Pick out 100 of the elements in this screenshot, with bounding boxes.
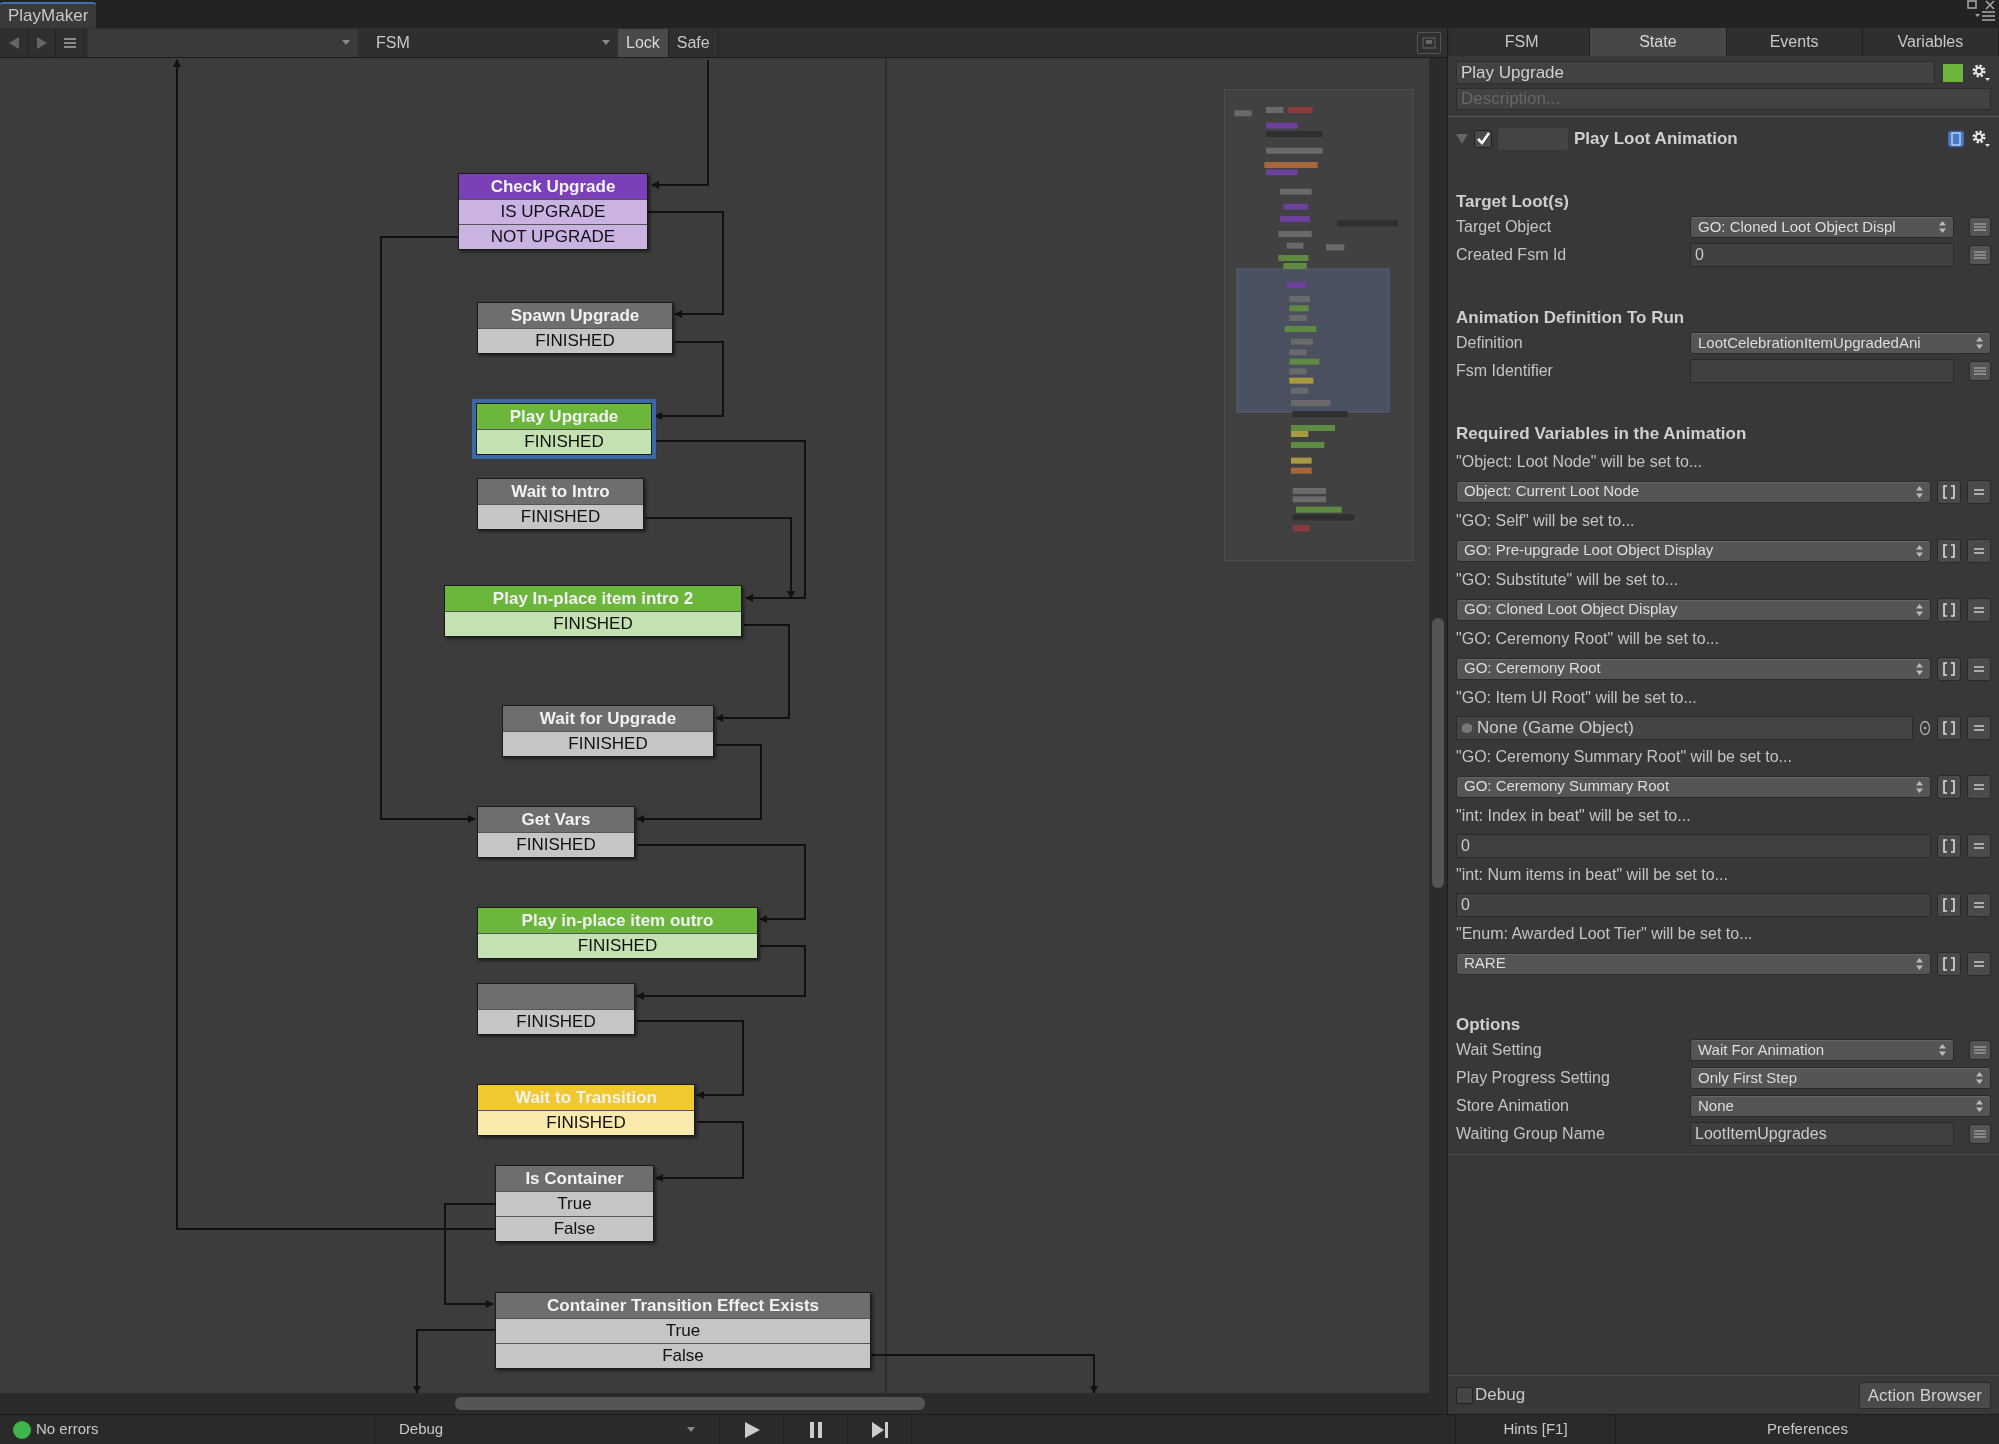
dropdown[interactable]: GO: Cloned Loot Object Displ	[1690, 216, 1954, 238]
variable-toggle-button[interactable]	[1969, 245, 1991, 265]
event-label[interactable]: FINISHED	[478, 1110, 694, 1135]
array-toggle-button[interactable]	[1937, 892, 1961, 917]
event-label[interactable]: True	[496, 1191, 653, 1216]
equals-icon	[1974, 901, 1984, 908]
input-field[interactable]: 0	[1690, 243, 1954, 267]
node-title[interactable]: Get Vars	[478, 807, 634, 832]
node-header[interactable]	[478, 984, 634, 1009]
state-node[interactable]: Get Vars FINISHED	[477, 806, 635, 858]
node-title[interactable]: Wait to Intro	[478, 479, 643, 504]
state-name-field[interactable]: Play Upgrade	[1456, 61, 1935, 84]
dropdown[interactable]: Only First Step	[1690, 1067, 1991, 1089]
event-label[interactable]: FINISHED	[445, 611, 741, 636]
state-node[interactable]: Play In-place item intro 2 FINISHED	[444, 585, 742, 637]
close-icon[interactable]	[1985, 0, 1995, 10]
dropdown[interactable]: GO: Ceremony Root	[1456, 657, 1931, 680]
state-node[interactable]: Check Upgrade IS UPGRADE NOT UPGRADE	[458, 173, 648, 250]
dropdown[interactable]: Wait For Animation	[1690, 1039, 1954, 1061]
action-enabled-checkbox[interactable]	[1474, 130, 1492, 148]
array-toggle-button[interactable]	[1937, 656, 1961, 681]
variable-toggle-button[interactable]	[1967, 833, 1991, 858]
event-label[interactable]: NOT UPGRADE	[459, 224, 647, 249]
dropdown[interactable]: GO: Ceremony Summary Root	[1456, 775, 1931, 798]
variable-toggle-button[interactable]	[1967, 538, 1991, 563]
array-toggle-button[interactable]	[1937, 951, 1961, 976]
target-icon[interactable]	[1919, 719, 1931, 736]
equals-icon	[1974, 724, 1984, 731]
equals-icon	[1974, 547, 1984, 554]
node-title[interactable]: Container Transition Effect Exists	[496, 1293, 870, 1318]
window-tab[interactable]: PlayMaker	[0, 2, 97, 28]
input-field[interactable]: LootItemUpgrades	[1690, 1122, 1954, 1146]
action-browser-button[interactable]: Action Browser	[1858, 1381, 1991, 1409]
array-toggle-button[interactable]	[1937, 597, 1961, 622]
event-label[interactable]: FINISHED	[478, 832, 634, 857]
state-node[interactable]: Wait to Transition FINISHED	[477, 1084, 695, 1136]
variable-toggle-button[interactable]	[1967, 715, 1991, 740]
dropdown[interactable]: RARE	[1456, 952, 1931, 975]
field-label: Wait Setting	[1456, 1040, 1543, 1060]
dropdown[interactable]: LootCelebrationItemUpgradedAni	[1690, 332, 1991, 354]
state-node[interactable]: Play in-place item outro FINISHED	[477, 907, 758, 959]
help-icon[interactable]	[1947, 130, 1965, 148]
fsm-dropdown[interactable]: FSM	[368, 28, 618, 57]
variable-toggle-button[interactable]	[1969, 361, 1991, 381]
dropdown[interactable]: None	[1690, 1095, 1991, 1117]
node-title[interactable]: Check Upgrade	[459, 174, 647, 199]
state-node[interactable]: Wait for Upgrade FINISHED	[502, 705, 714, 757]
event-label[interactable]: FINISHED	[478, 328, 672, 353]
inspector-tab[interactable]: State	[1590, 28, 1727, 56]
toggle-button[interactable]: Safe	[668, 28, 719, 57]
debug-mode-dropdown[interactable]: Debug	[375, 1415, 720, 1444]
variable-toggle-button[interactable]	[1967, 597, 1991, 622]
footer-tab[interactable]: Hints [F1]	[1455, 1415, 1615, 1444]
variable-toggle-button[interactable]	[1967, 951, 1991, 976]
array-toggle-button[interactable]	[1937, 774, 1961, 799]
state-node[interactable]: Container Transition Effect Exists True False	[495, 1292, 871, 1369]
debug-checkbox[interactable]: Debug	[1456, 1382, 1526, 1408]
vertical-scrollbar[interactable]	[1429, 58, 1447, 1393]
event-label[interactable]: IS UPGRADE	[459, 199, 647, 224]
array-toggle-button[interactable]	[1937, 538, 1961, 563]
state-color-swatch[interactable]	[1943, 63, 1963, 82]
toggle-button[interactable]: Lock	[618, 28, 669, 57]
event-label[interactable]: FINISHED	[477, 429, 651, 454]
input-field[interactable]: 0	[1456, 892, 1931, 917]
array-toggle-button[interactable]	[1937, 715, 1961, 740]
event-label[interactable]: FINISHED	[503, 731, 713, 756]
variable-toggle-button[interactable]	[1967, 656, 1991, 681]
array-toggle-button[interactable]	[1937, 479, 1961, 504]
event-label[interactable]: True	[496, 1318, 870, 1343]
state-node[interactable]: Spawn Upgrade FINISHED	[477, 302, 673, 354]
node-title[interactable]: Wait for Upgrade	[503, 706, 713, 731]
state-node[interactable]: FINISHED	[477, 983, 635, 1035]
variable-toggle-button[interactable]	[1967, 892, 1991, 917]
minimap-toggle-button[interactable]	[1417, 31, 1441, 54]
footer-tab[interactable]: Preferences	[1615, 1415, 1999, 1444]
variable-toggle-button[interactable]	[1969, 217, 1991, 237]
state-node[interactable]: Is Container True False	[495, 1165, 654, 1242]
variable-toggle-button[interactable]	[1969, 1124, 1991, 1144]
event-label[interactable]: FINISHED	[478, 933, 757, 958]
state-node[interactable]: Wait to Intro FINISHED	[477, 478, 644, 530]
menu-icon[interactable]	[1975, 11, 1995, 21]
node-title[interactable]: Is Container	[496, 1166, 653, 1191]
event-label[interactable]: FINISHED	[478, 504, 643, 529]
settings-icon[interactable]	[1971, 129, 1991, 149]
event-label[interactable]: False	[496, 1216, 653, 1241]
dropdown[interactable]: GO: Pre-upgrade Loot Object Display	[1456, 539, 1931, 562]
variable-toggle-button[interactable]	[1967, 774, 1991, 799]
input-field[interactable]: 0	[1456, 833, 1931, 858]
node-title[interactable]: Spawn Upgrade	[478, 303, 672, 328]
event-label[interactable]: FINISHED	[478, 1009, 634, 1034]
variable-toggle-button[interactable]	[1969, 1040, 1991, 1060]
dropdown[interactable]: Object: Current Loot Node	[1456, 480, 1931, 503]
variable-toggle-button[interactable]	[1967, 479, 1991, 504]
array-toggle-button[interactable]	[1937, 833, 1961, 858]
settings-icon[interactable]	[1971, 62, 1991, 83]
maximize-icon[interactable]	[1967, 0, 1977, 9]
dropdown[interactable]: GO: Cloned Loot Object Display	[1456, 598, 1931, 621]
object-field[interactable]: None (Game Object)	[1456, 715, 1913, 740]
event-label[interactable]: False	[496, 1343, 870, 1368]
horizontal-scrollbar[interactable]	[0, 1393, 1447, 1414]
